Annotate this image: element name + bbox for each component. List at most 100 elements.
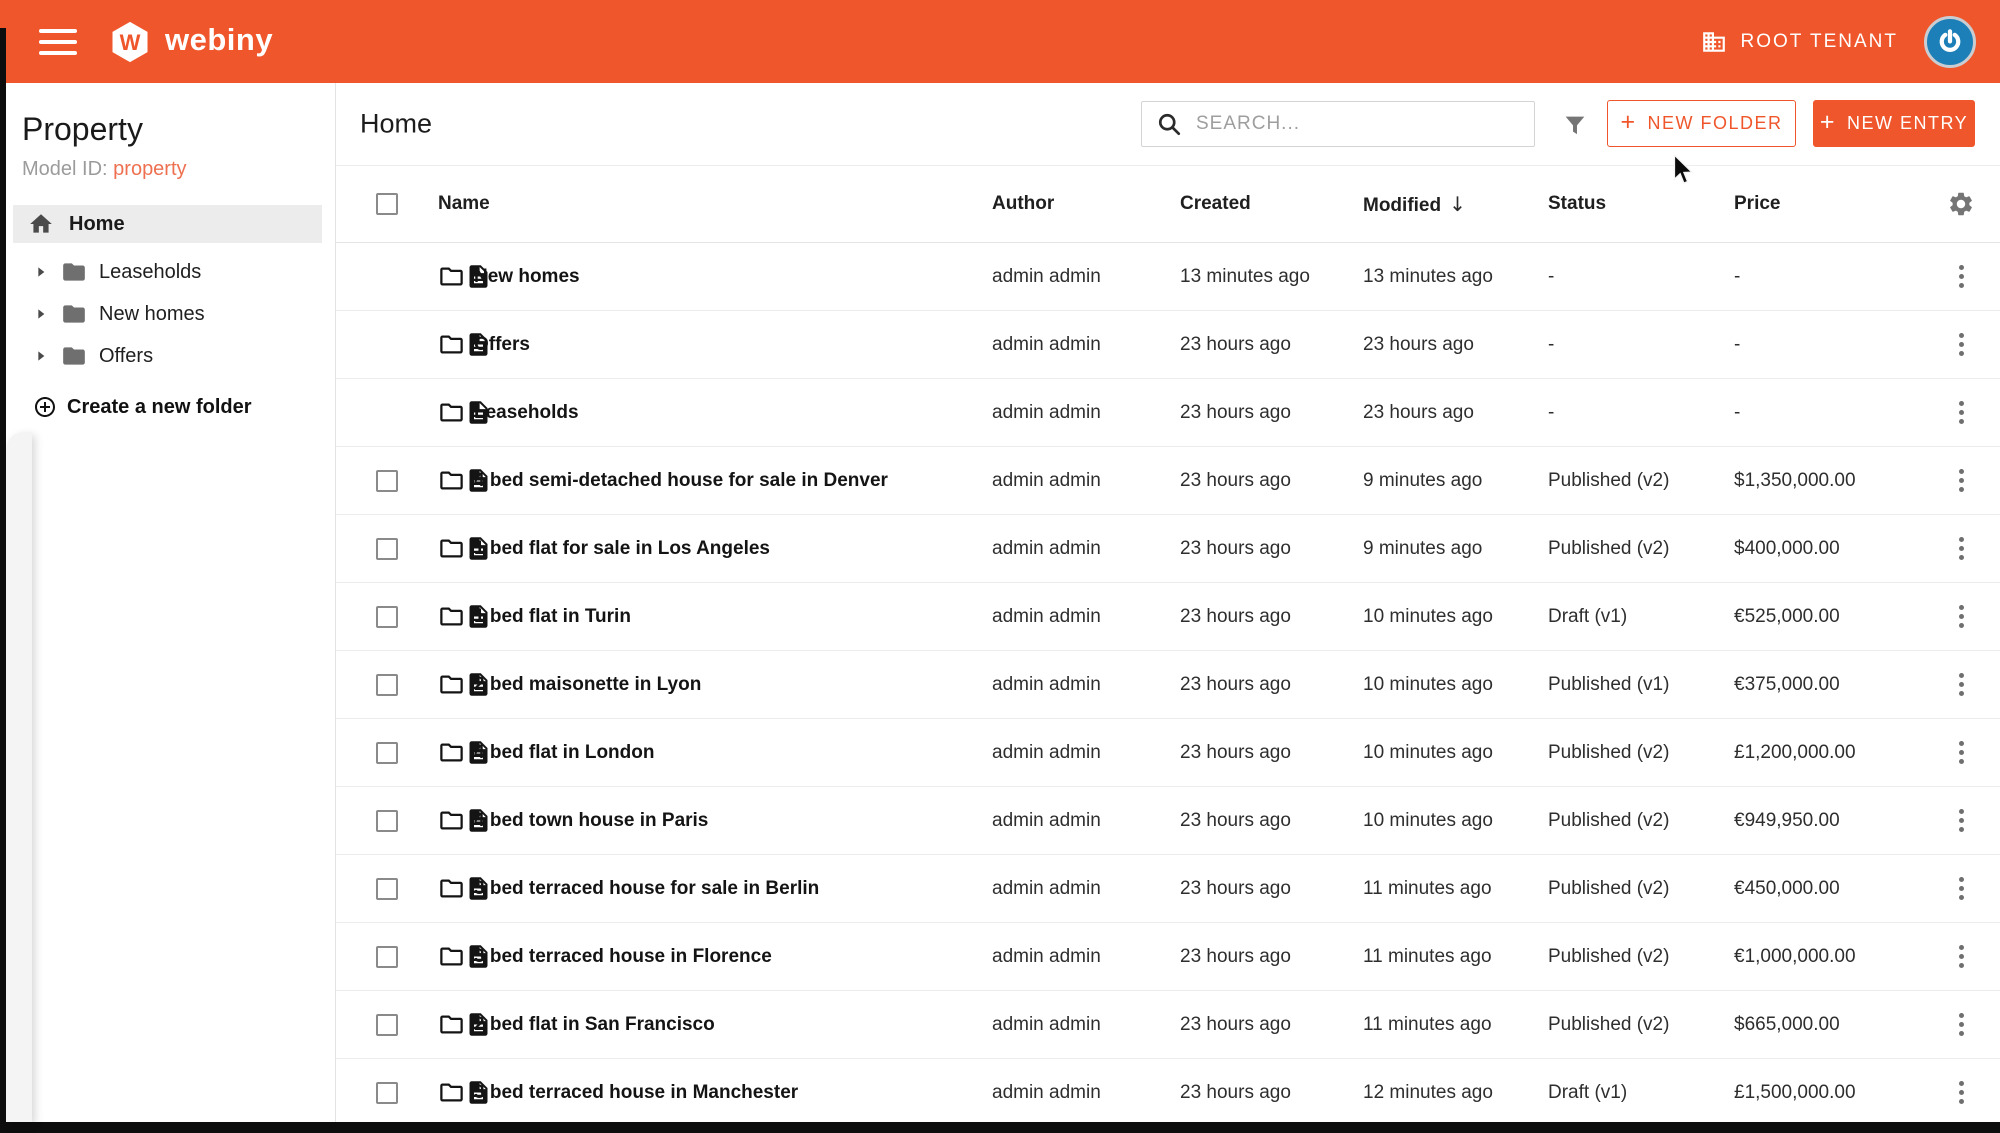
column-header-created[interactable]: Created	[1180, 193, 1363, 215]
table-header: Name Author Created Modified↓ Status Pri…	[336, 166, 2000, 243]
row-checkbox[interactable]	[376, 742, 398, 764]
tenant-selector[interactable]: ROOT TENANT	[1701, 29, 1898, 55]
row-checkbox[interactable]	[376, 810, 398, 832]
sidebar-folder-offers[interactable]: Offers	[0, 335, 335, 377]
model-id: Model ID: property	[22, 158, 335, 181]
kebab-menu-icon[interactable]	[1953, 327, 1970, 362]
drawer-edge-shadow	[6, 432, 32, 1122]
kebab-menu-icon[interactable]	[1953, 531, 1970, 566]
kebab-menu-icon[interactable]	[1953, 939, 1970, 974]
table-row[interactable]: 4 bed semi-detached house for sale in De…	[336, 447, 2000, 515]
row-checkbox[interactable]	[376, 606, 398, 628]
table-row[interactable]: 4 bed town house in Paris admin admin 23…	[336, 787, 2000, 855]
row-checkbox[interactable]	[376, 470, 398, 492]
chevron-right-icon[interactable]	[33, 348, 49, 364]
folder-tree: Leaseholds New homes Offers	[0, 251, 335, 377]
new-folder-button[interactable]: + NEW FOLDER	[1607, 100, 1796, 147]
chevron-right-icon[interactable]	[33, 306, 49, 322]
table-row[interactable]: 2 bed maisonette in Lyon admin admin 23 …	[336, 651, 2000, 719]
kebab-menu-icon[interactable]	[1953, 803, 1970, 838]
row-name[interactable]: Leaseholds	[474, 402, 992, 424]
avatar[interactable]	[1924, 16, 1976, 68]
sidebar-folder-new-homes[interactable]: New homes	[0, 293, 335, 335]
row-created: 23 hours ago	[1180, 334, 1363, 356]
row-name[interactable]: 4 bed semi-detached house for sale in De…	[474, 470, 992, 492]
kebab-menu-icon[interactable]	[1953, 259, 1970, 294]
folder-icon	[438, 603, 465, 630]
kebab-menu-icon[interactable]	[1953, 1075, 1970, 1110]
table-row[interactable]: 3 bed terraced house for sale in Berlin …	[336, 855, 2000, 923]
table-row[interactable]: 4 bed flat in London admin admin 23 hour…	[336, 719, 2000, 787]
filter-icon[interactable]	[1558, 109, 1592, 143]
sidebar-item-home[interactable]: Home	[13, 205, 322, 243]
kebab-menu-icon[interactable]	[1953, 871, 1970, 906]
kebab-menu-icon[interactable]	[1953, 463, 1970, 498]
column-header-price[interactable]: Price	[1734, 193, 1922, 215]
table-row[interactable]: Offers admin admin 23 hours ago 23 hours…	[336, 311, 2000, 379]
row-created: 23 hours ago	[1180, 810, 1363, 832]
sort-desc-icon: ↓	[1449, 192, 1466, 216]
table-row[interactable]: New homes admin admin 13 minutes ago 13 …	[336, 243, 2000, 311]
kebab-menu-icon[interactable]	[1953, 667, 1970, 702]
table-row[interactable]: 3 bed terraced house in Manchester admin…	[336, 1059, 2000, 1122]
table-row[interactable]: 1 bed flat for sale in Los Angeles admin…	[336, 515, 2000, 583]
brand-wordmark: webiny	[165, 22, 273, 62]
row-status: Published (v2)	[1548, 742, 1734, 764]
search-input[interactable]	[1196, 113, 1522, 135]
column-header-name[interactable]: Name	[438, 193, 992, 215]
folder-icon	[438, 671, 465, 698]
row-name[interactable]: 2 bed flat in San Francisco	[474, 1014, 992, 1036]
row-checkbox[interactable]	[376, 946, 398, 968]
new-entry-button[interactable]: + NEW ENTRY	[1813, 100, 1975, 147]
model-id-value[interactable]: property	[113, 158, 186, 180]
row-checkbox[interactable]	[376, 1082, 398, 1104]
table-settings-button[interactable]	[1947, 190, 1975, 218]
home-icon	[28, 211, 54, 237]
webiny-logo[interactable]: W webiny	[107, 21, 273, 63]
create-folder-button[interactable]: Create a new folder	[33, 395, 335, 419]
row-price: £1,200,000.00	[1734, 742, 1922, 764]
row-name[interactable]: 4 bed town house in Paris	[474, 810, 992, 832]
table-row[interactable]: 2 bed flat in San Francisco admin admin …	[336, 991, 2000, 1059]
row-name[interactable]: 1 bed flat in Turin	[474, 606, 992, 628]
column-header-modified[interactable]: Modified↓	[1363, 192, 1548, 217]
select-all-checkbox[interactable]	[376, 193, 398, 215]
chevron-right-icon[interactable]	[33, 264, 49, 280]
menu-icon[interactable]	[39, 29, 77, 55]
row-author: admin admin	[992, 1014, 1180, 1036]
kebab-menu-icon[interactable]	[1953, 599, 1970, 634]
plus-circle-icon	[33, 395, 57, 419]
column-header-status[interactable]: Status	[1548, 193, 1734, 215]
row-checkbox[interactable]	[376, 1014, 398, 1036]
row-name[interactable]: 3 bed terraced house for sale in Berlin	[474, 878, 992, 900]
kebab-menu-icon[interactable]	[1953, 735, 1970, 770]
row-name[interactable]: 2 bed maisonette in Lyon	[474, 674, 992, 696]
table-row[interactable]: 3 bed terraced house in Florence admin a…	[336, 923, 2000, 991]
row-created: 23 hours ago	[1180, 742, 1363, 764]
row-checkbox[interactable]	[376, 878, 398, 900]
row-name[interactable]: Offers	[474, 334, 992, 356]
row-status: Published (v1)	[1548, 674, 1734, 696]
kebab-menu-icon[interactable]	[1953, 1007, 1970, 1042]
sidebar-folder-label: Leaseholds	[99, 261, 201, 284]
row-name[interactable]: 1 bed flat for sale in Los Angeles	[474, 538, 992, 560]
table-row[interactable]: Leaseholds admin admin 23 hours ago 23 h…	[336, 379, 2000, 447]
row-price: €450,000.00	[1734, 878, 1922, 900]
row-status: Draft (v1)	[1548, 1082, 1734, 1104]
row-checkbox[interactable]	[376, 674, 398, 696]
model-id-label: Model ID:	[22, 158, 108, 180]
row-name[interactable]: New homes	[474, 266, 992, 288]
kebab-menu-icon[interactable]	[1953, 395, 1970, 430]
row-price: €525,000.00	[1734, 606, 1922, 628]
new-entry-label: NEW ENTRY	[1847, 113, 1968, 134]
content-header: Home + NEW FOLDER + NEW ENTRY	[336, 83, 2000, 166]
row-checkbox[interactable]	[376, 538, 398, 560]
row-modified: 10 minutes ago	[1363, 742, 1548, 764]
row-name[interactable]: 3 bed terraced house in Florence	[474, 946, 992, 968]
row-name[interactable]: 4 bed flat in London	[474, 742, 992, 764]
table-row[interactable]: 1 bed flat in Turin admin admin 23 hours…	[336, 583, 2000, 651]
column-header-author[interactable]: Author	[992, 193, 1180, 215]
sidebar-folder-leaseholds[interactable]: Leaseholds	[0, 251, 335, 293]
folder-icon	[438, 331, 465, 358]
row-name[interactable]: 3 bed terraced house in Manchester	[474, 1082, 992, 1104]
